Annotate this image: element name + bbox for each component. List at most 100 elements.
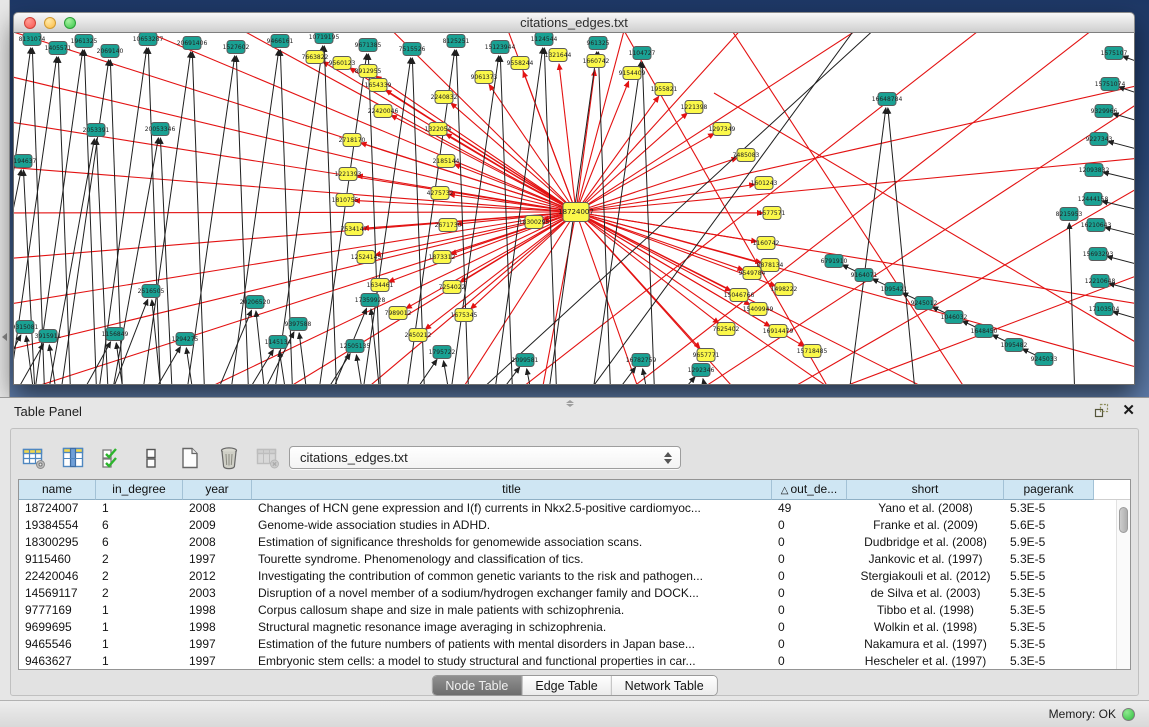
graph-node[interactable]: 1654339 (365, 79, 392, 92)
graph-node[interactable]: 10719195 (309, 33, 340, 44)
delete-column-icon[interactable] (216, 445, 242, 471)
graph-node[interactable]: 9227343 (1086, 133, 1113, 146)
graph-node[interactable]: 9061373 (471, 71, 498, 84)
graph-node[interactable]: 8131074 (19, 33, 46, 46)
select-all-icon[interactable] (99, 445, 125, 471)
graph-node[interactable]: 9560123 (329, 57, 356, 70)
graph-node[interactable]: 9245033 (1031, 353, 1058, 366)
graph-node[interactable]: 9466161 (267, 35, 294, 48)
graph-edge[interactable] (256, 311, 269, 385)
graph-edge[interactable] (703, 379, 715, 385)
table-row[interactable]: 946362711997Embryonic stem cells: a mode… (19, 653, 1130, 670)
column-header-out_de[interactable]: △out_de... (772, 480, 847, 500)
graph-edge[interactable] (888, 108, 919, 385)
graph-node[interactable]: 1145134 (265, 336, 292, 349)
graph-edge[interactable] (576, 212, 719, 323)
graph-edge[interactable] (14, 212, 576, 213)
graph-edge[interactable] (14, 212, 576, 263)
graph-node[interactable]: 20691406 (177, 37, 208, 50)
graph-node[interactable]: 12505135 (340, 340, 371, 353)
minimize-window-icon[interactable] (44, 17, 56, 29)
graph-edge[interactable] (1113, 312, 1134, 323)
graph-node[interactable]: 1527602 (223, 41, 250, 54)
table-row[interactable]: 1456911722003Disruption of a novel membe… (19, 585, 1130, 602)
graph-node[interactable]: 7515526 (399, 43, 426, 56)
graph-node[interactable]: 9657771 (693, 349, 720, 362)
table-row[interactable]: 1938455462009Genome-wide association stu… (19, 517, 1130, 534)
graph-node[interactable]: 2671730 (435, 219, 462, 232)
graph-node[interactable]: 1294275 (172, 333, 199, 346)
graph-node[interactable]: 1601243 (751, 177, 778, 190)
graph-node[interactable]: 16914479 (763, 325, 794, 338)
graph-node[interactable]: 8878134 (757, 259, 784, 272)
graph-node[interactable]: 9397588 (285, 318, 312, 331)
network-canvas[interactable]: 8131074140557119613252069140106532872069… (13, 33, 1135, 385)
table-row[interactable]: 2242004622012Investigating the contribut… (19, 568, 1130, 585)
graph-edge[interactable] (14, 170, 21, 385)
graph-node[interactable]: 7534147 (341, 223, 368, 236)
graph-edge[interactable] (576, 33, 914, 212)
graph-node[interactable]: 1124544 (531, 33, 558, 46)
graph-node[interactable]: 1498222 (771, 283, 798, 296)
table-row[interactable]: 946554611997Estimation of the future num… (19, 636, 1130, 653)
graph-node[interactable]: 8912955 (355, 65, 382, 78)
graph-node[interactable]: 7625402 (713, 323, 740, 336)
graph-edge[interactable] (105, 138, 158, 385)
graph-node[interactable]: 15751074 (1095, 78, 1126, 91)
splitpane-left-strip[interactable] (0, 0, 10, 397)
graph-node[interactable]: 1575107 (1101, 47, 1128, 60)
graph-node[interactable]: 2069140 (97, 45, 124, 58)
close-panel-icon[interactable]: ✕ (1122, 404, 1135, 418)
graph-node[interactable]: 2185144 (433, 155, 460, 168)
network-window[interactable]: citations_edges.txt 81310741405571196132… (13, 12, 1135, 385)
graph-node[interactable]: 1104727 (629, 47, 656, 60)
graph-edge[interactable] (14, 48, 31, 385)
close-window-icon[interactable] (24, 17, 36, 29)
graph-edge[interactable] (454, 164, 576, 212)
graph-edge[interactable] (646, 377, 695, 385)
graph-edge[interactable] (313, 54, 367, 385)
memory-ok-icon[interactable] (1122, 708, 1135, 721)
graph-node[interactable]: 9329966 (1091, 105, 1118, 118)
graph-edge[interactable] (1122, 56, 1134, 67)
graph-edge[interactable] (160, 138, 174, 385)
column-header-year[interactable]: year (183, 480, 252, 500)
graph-node[interactable]: 12444158 (1078, 193, 1109, 206)
graph-node[interactable]: 1577571 (759, 207, 786, 220)
graph-node[interactable]: 1955821 (651, 83, 678, 96)
graph-edge[interactable] (279, 351, 292, 385)
graph-node[interactable]: 10653287 (133, 33, 164, 46)
zoom-window-icon[interactable] (64, 17, 76, 29)
graph-node[interactable]: 18724007 (558, 203, 594, 222)
table-mode-icon[interactable] (21, 445, 47, 471)
graph-node[interactable]: 17103504 (1089, 303, 1120, 316)
graph-node[interactable]: 20053346 (145, 123, 176, 136)
graph-edge[interactable] (576, 153, 1134, 212)
table-row[interactable]: 911546021997Tourette syndrome. Phenomeno… (19, 551, 1130, 568)
graph-edge[interactable] (1107, 256, 1134, 268)
graph-node[interactable]: 1634461 (367, 279, 394, 292)
new-column-icon[interactable] (177, 445, 203, 471)
graph-node[interactable]: 1961325 (71, 35, 98, 48)
graph-edge[interactable] (130, 347, 180, 385)
graph-edge[interactable] (368, 54, 382, 385)
graph-node[interactable]: 12093832 (1079, 164, 1110, 177)
graph-node[interactable]: 15718485 (797, 345, 828, 358)
graph-edge[interactable] (576, 212, 1134, 313)
graph-node[interactable]: 16210643 (1081, 219, 1112, 232)
graph-node[interactable]: 1660742 (583, 55, 610, 68)
graph-node[interactable]: 2450212 (405, 329, 432, 342)
graph-node[interactable]: 7989012 (385, 307, 412, 320)
graph-node[interactable]: 17359928 (355, 294, 386, 307)
scrollbar-thumb[interactable] (1119, 507, 1128, 533)
graph-node[interactable]: 1675345 (451, 309, 478, 322)
graph-node[interactable]: 9154409 (619, 67, 646, 80)
column-header-title[interactable]: title (252, 480, 772, 500)
network-window-titlebar[interactable]: citations_edges.txt (13, 12, 1135, 33)
graph-node[interactable]: 1297349 (709, 123, 736, 136)
graph-edge[interactable] (1108, 141, 1134, 153)
graph-edge[interactable] (444, 361, 456, 385)
column-header-name[interactable]: name (19, 480, 96, 500)
graph-node[interactable]: 9671385 (355, 39, 382, 52)
table-source-select[interactable]: citations_edges.txt (289, 446, 681, 469)
